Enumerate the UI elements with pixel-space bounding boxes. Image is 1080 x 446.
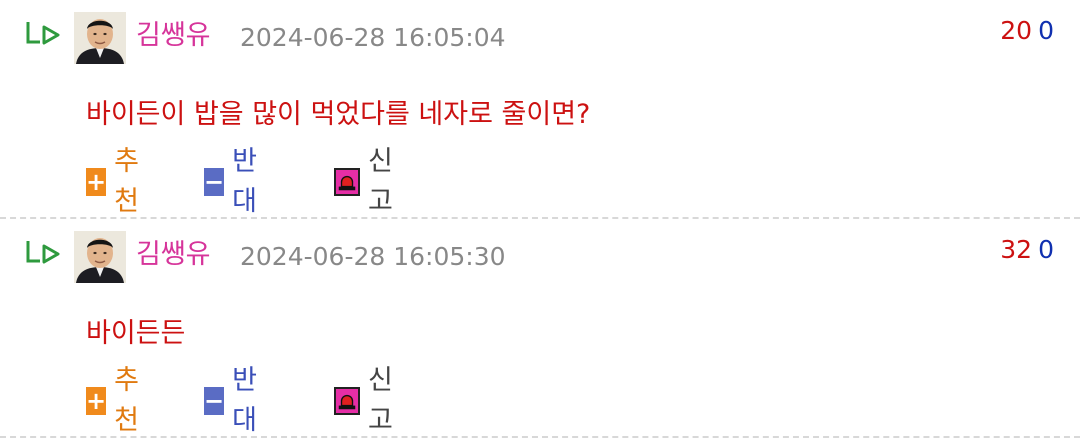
comment-list: 김쌩유 2024-06-28 16:05:04 20 0 바이든이 밥을 많이 먹… bbox=[0, 0, 1080, 438]
recommend-label: 추천 bbox=[114, 365, 139, 436]
oppose-label: 반대 bbox=[232, 365, 257, 436]
comment-item: 김쌩유 2024-06-28 16:05:04 20 0 바이든이 밥을 많이 먹… bbox=[0, 0, 1080, 219]
comment-text: 바이든든 bbox=[86, 318, 186, 349]
report-button[interactable]: 신고 bbox=[334, 146, 395, 217]
avatar[interactable] bbox=[74, 12, 126, 64]
oppose-button[interactable]: − 반대 bbox=[204, 365, 265, 436]
vote-counts: 32 0 bbox=[1000, 233, 1054, 267]
up-vote-count: 32 bbox=[1000, 235, 1033, 264]
recommend-label: 추천 bbox=[114, 146, 139, 217]
down-vote-count: 0 bbox=[1038, 16, 1054, 45]
reply-arrow-icon bbox=[26, 22, 60, 45]
report-label: 신고 bbox=[368, 365, 393, 436]
comment-text: 바이든이 밥을 많이 먹었다를 네자로 줄이면? bbox=[86, 99, 591, 130]
avatar[interactable] bbox=[74, 231, 126, 283]
minus-icon: − bbox=[204, 168, 225, 196]
oppose-button[interactable]: − 반대 bbox=[204, 146, 265, 217]
reply-arrow-icon bbox=[26, 241, 60, 264]
recommend-button[interactable]: + 추천 bbox=[86, 146, 147, 217]
plus-icon: + bbox=[86, 387, 107, 415]
report-label: 신고 bbox=[368, 146, 393, 217]
comment-author[interactable]: 김쌩유 bbox=[136, 237, 211, 273]
comment-datetime: 2024-06-28 16:05:04 bbox=[240, 23, 506, 52]
recommend-button[interactable]: + 추천 bbox=[86, 365, 147, 436]
comment-datetime: 2024-06-28 16:05:30 bbox=[240, 242, 506, 271]
report-button[interactable]: 신고 bbox=[334, 365, 395, 436]
siren-icon bbox=[334, 168, 360, 196]
down-vote-count: 0 bbox=[1038, 235, 1054, 264]
up-vote-count: 20 bbox=[1000, 16, 1033, 45]
comment-author[interactable]: 김쌩유 bbox=[136, 18, 211, 54]
siren-icon bbox=[334, 387, 360, 415]
oppose-label: 반대 bbox=[232, 146, 257, 217]
comment-item: 김쌩유 2024-06-28 16:05:30 32 0 바이든든 + 추천 − … bbox=[0, 219, 1080, 438]
vote-counts: 20 0 bbox=[1000, 14, 1054, 48]
plus-icon: + bbox=[86, 168, 107, 196]
minus-icon: − bbox=[204, 387, 225, 415]
